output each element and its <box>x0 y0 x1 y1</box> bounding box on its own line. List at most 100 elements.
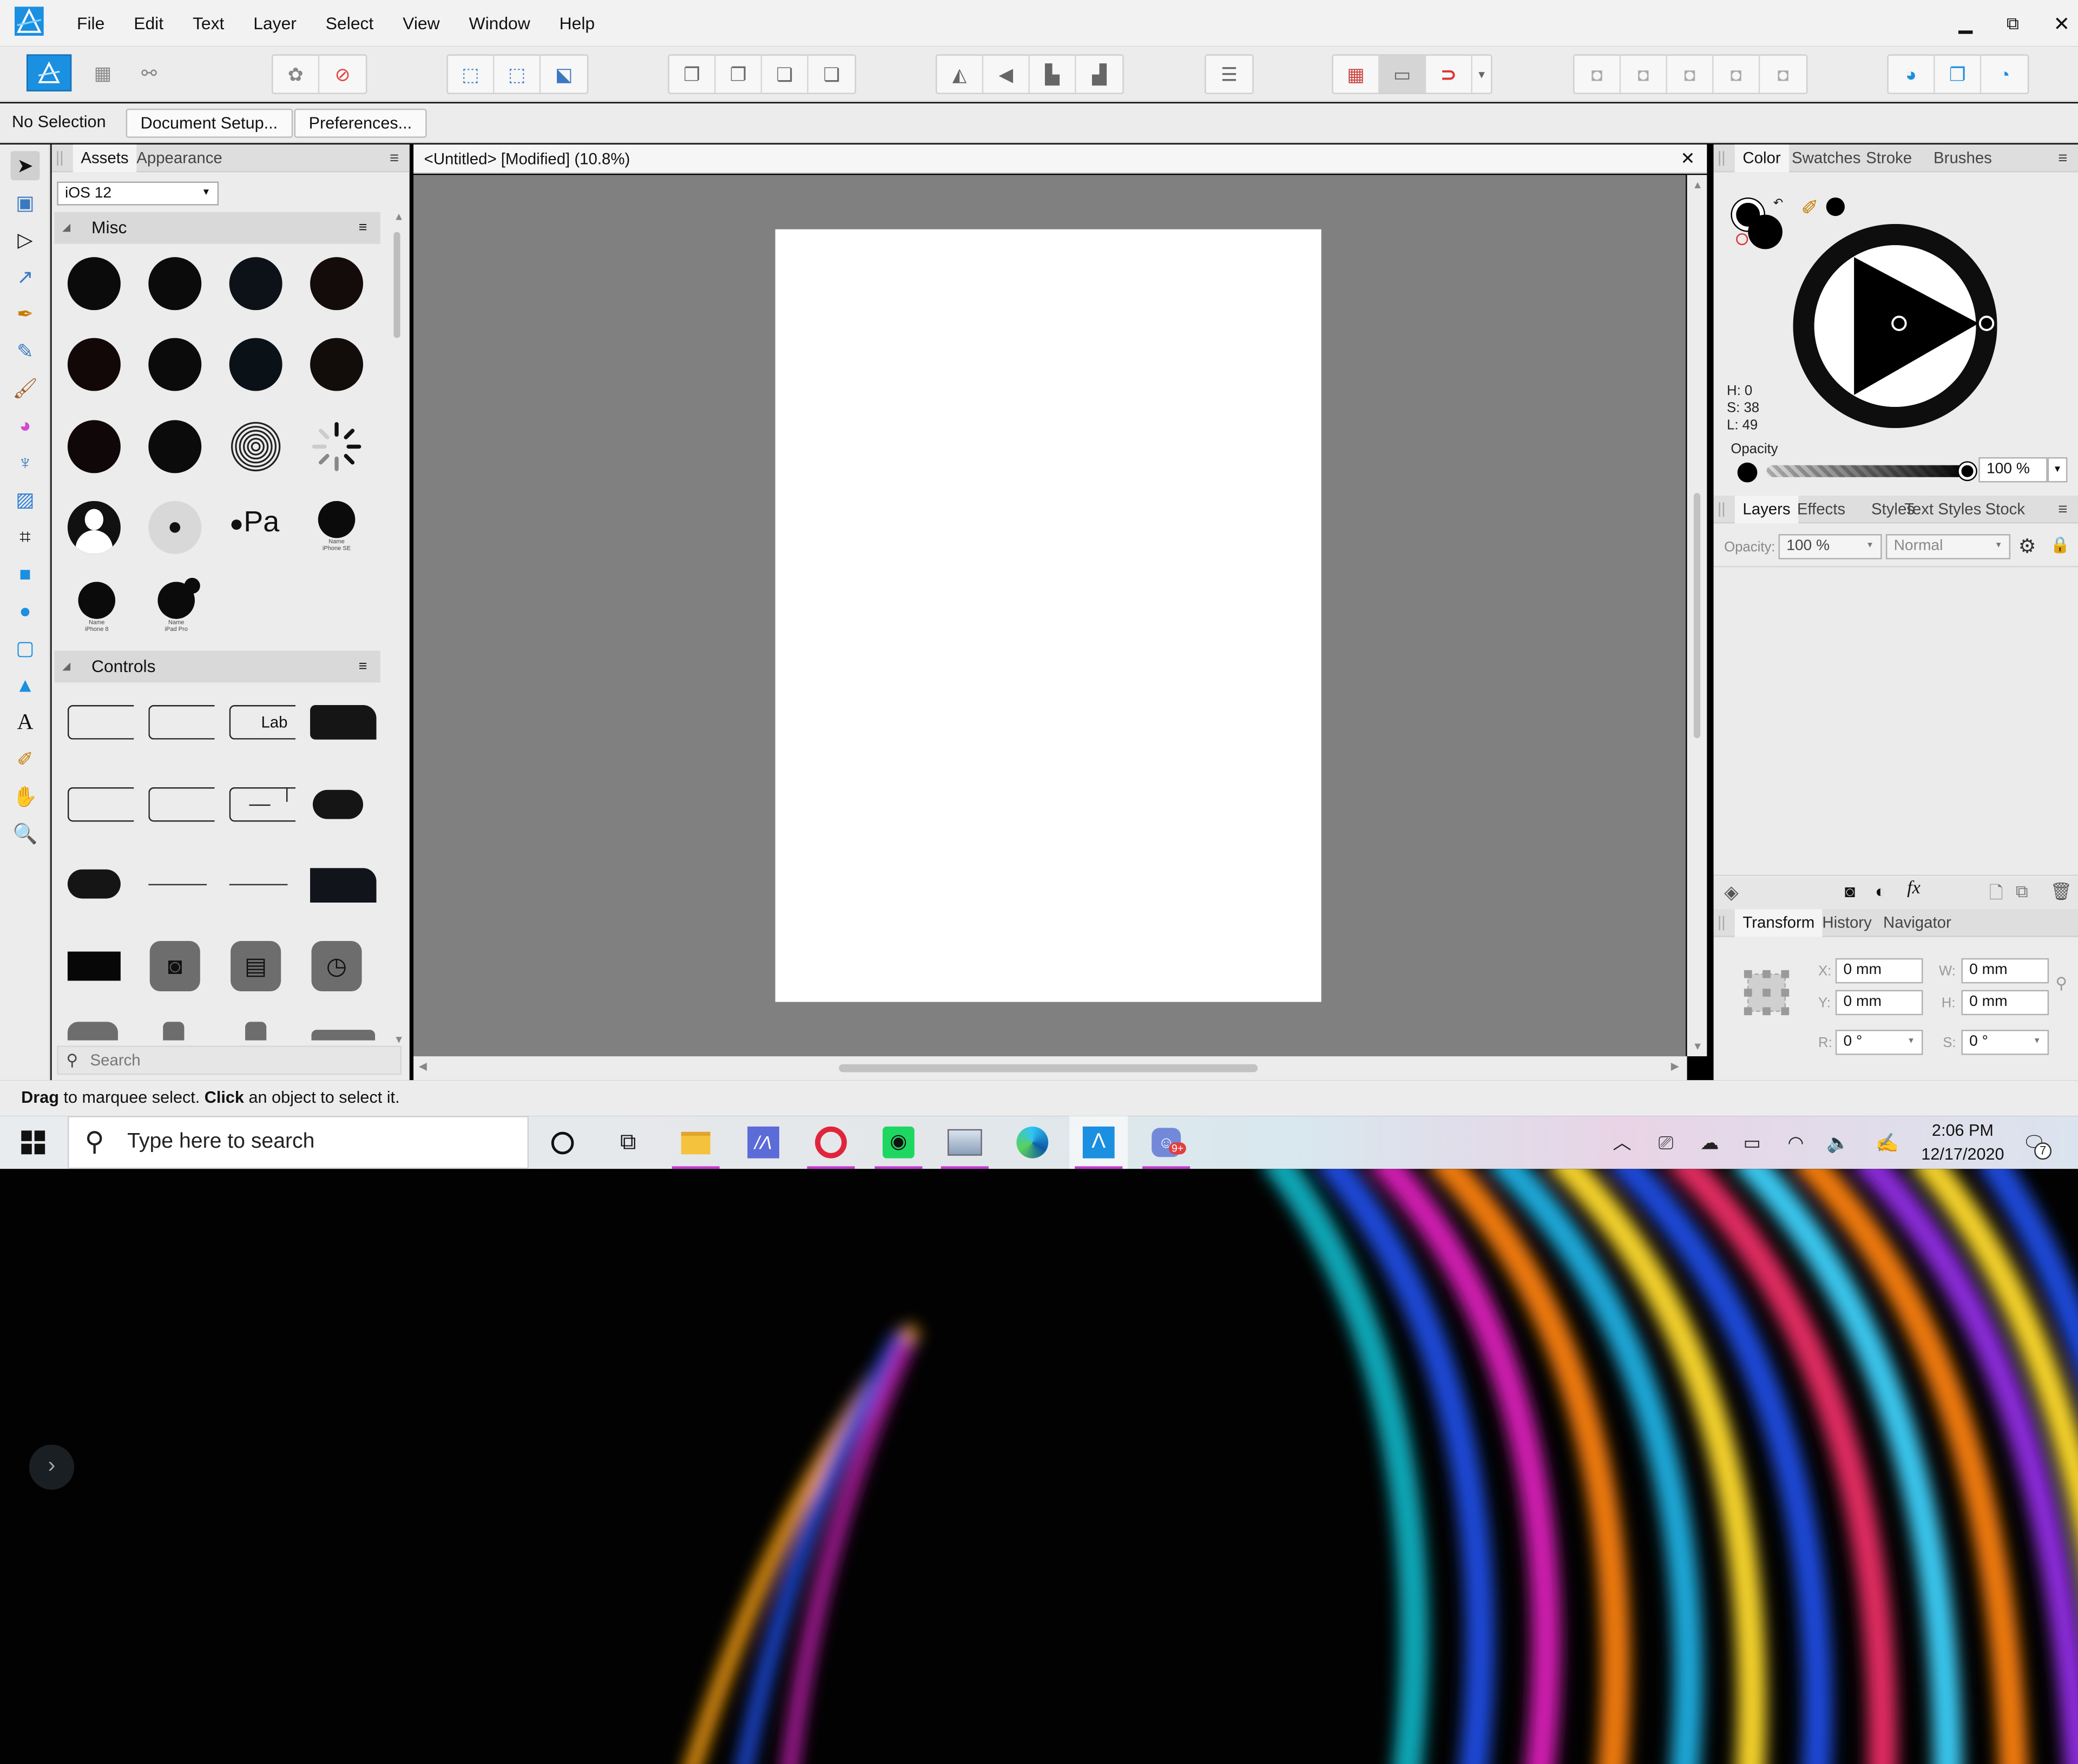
crop-tool[interactable]: ⌗ <box>11 522 40 551</box>
menu-select[interactable]: Select <box>311 0 388 47</box>
pixel-persona-button[interactable]: ▦ <box>80 54 126 91</box>
tab-brushes[interactable]: Brushes <box>1925 144 2000 172</box>
menu-view[interactable]: View <box>388 0 454 47</box>
gear-icon[interactable]: ⚙ <box>2018 534 2036 558</box>
designer-persona-button[interactable] <box>26 54 72 92</box>
lock-icon[interactable]: 🔒 <box>2050 536 2070 554</box>
calculator-app-icon[interactable]: ▤ <box>231 940 281 992</box>
taskbar-search-input[interactable]: ⚲ Type here to search <box>67 1116 529 1169</box>
move-to-front-button[interactable]: ❏ <box>808 56 855 93</box>
new-layer-icon[interactable]: 🗋 <box>1989 881 2003 911</box>
asset-circle-airplay[interactable] <box>229 338 282 391</box>
preferences-button[interactable]: Preferences... <box>294 108 427 138</box>
tab-swatches[interactable]: Swatches <box>1784 144 1869 172</box>
opera-button[interactable] <box>802 1116 860 1169</box>
intersect-boolean-button[interactable]: ◘ <box>1667 55 1714 93</box>
minimize-icon[interactable]: ▁ <box>1959 12 1972 34</box>
asset-circle-volume[interactable] <box>148 338 202 391</box>
tab-text-styles[interactable]: Text Styles <box>1896 496 1989 523</box>
move-to-back-button[interactable]: ❐ <box>669 55 716 93</box>
panel-menu-icon[interactable]: ≡ <box>2058 148 2067 167</box>
menu-text[interactable]: Text <box>178 0 239 47</box>
asset-library-select[interactable]: iOS 12 ▼ <box>57 181 219 206</box>
asset-circle-message[interactable] <box>310 338 364 391</box>
tab-navigator[interactable]: Navigator <box>1875 909 1959 937</box>
device-iphone-8[interactable]: Name iPhone 8 <box>73 582 121 637</box>
radio-button-icon[interactable] <box>148 501 202 554</box>
asset-circle-card[interactable] <box>148 420 202 473</box>
onedrive-icon[interactable]: ☁ <box>1689 1116 1729 1169</box>
rectangle-tool[interactable]: ■ <box>11 560 40 589</box>
file-explorer-button[interactable] <box>667 1116 725 1169</box>
hsl-color-wheel[interactable] <box>1793 223 1997 429</box>
discord-button[interactable]: ☺ 9+ <box>1137 1116 1195 1169</box>
task-view-button[interactable]: ⧉ <box>599 1116 657 1169</box>
asset-control-stepper[interactable] <box>229 787 296 822</box>
close-icon[interactable]: ✕ <box>2054 11 2070 35</box>
apple-pay-icon[interactable]: ●Pa <box>229 505 295 544</box>
tab-effects[interactable]: Effects <box>1789 496 1853 523</box>
layers-opacity-input[interactable]: 100 % ▼ <box>1778 534 1882 560</box>
section-header-misc[interactable]: ◢ Misc ≡ <box>54 212 380 244</box>
menu-window[interactable]: Window <box>455 0 545 47</box>
device-ipad-pro[interactable]: Name iPad Pro <box>153 577 200 637</box>
adjustment-icon[interactable]: ◐ <box>1875 881 1885 901</box>
affinity-photo-button[interactable]: /Λ <box>734 1116 793 1169</box>
asset-circle-list[interactable] <box>67 257 121 311</box>
asset-control-pill[interactable] <box>67 869 121 899</box>
add-boolean-button[interactable]: ◘ <box>1574 55 1621 93</box>
move-forward-one-button[interactable]: ❏ <box>762 55 808 93</box>
section-menu-icon[interactable]: ≡ <box>359 212 367 244</box>
spinner-icon[interactable] <box>310 420 363 473</box>
rotate-right-button[interactable]: ▟ <box>1076 56 1123 93</box>
close-document-icon[interactable]: ✕ <box>1681 144 1695 174</box>
flip-horizontal-button[interactable]: ◭ <box>937 55 984 93</box>
device-iphone-se[interactable]: Name iPhone SE <box>313 501 360 557</box>
battery-icon[interactable]: ▭ <box>1732 1116 1772 1169</box>
asset-partial-1[interactable] <box>67 1022 118 1041</box>
panel-grip[interactable] <box>57 151 63 166</box>
anchor-selector[interactable] <box>1742 969 1790 1016</box>
asset-partial-4[interactable] <box>311 1030 376 1041</box>
restore-icon[interactable]: ⧉ <box>2007 12 2019 34</box>
tab-color[interactable]: Color <box>1734 144 1789 173</box>
ellipse-tool[interactable]: ● <box>11 596 40 626</box>
artboard-tool[interactable]: ▣ <box>11 188 40 218</box>
document-tab[interactable]: <Untitled> [Modified] (10.8%) ✕ <box>413 144 1707 174</box>
avatar[interactable] <box>67 501 121 554</box>
asset-circle-mute[interactable] <box>67 338 121 391</box>
asset-partial-3[interactable] <box>245 1022 267 1041</box>
assistant-button[interactable]: ✿ <box>273 55 320 93</box>
panel-grip[interactable] <box>1719 502 1725 517</box>
trash-icon[interactable]: 🗑 <box>2050 881 2072 903</box>
fill-stroke-wells[interactable]: ↶ <box>1732 196 1785 252</box>
pencil-tool[interactable]: ✎ <box>11 337 40 366</box>
transparency-tool[interactable]: ♆ <box>11 448 40 477</box>
artboard-page[interactable] <box>775 229 1321 1002</box>
snapping-dropdown-button[interactable]: ▼ <box>1472 56 1491 93</box>
panel-menu-icon[interactable]: ≡ <box>390 148 399 167</box>
link-proportions-icon[interactable]: ⚲ <box>2055 974 2067 992</box>
pen-tool[interactable]: ✒ <box>11 300 40 329</box>
tab-stroke[interactable]: Stroke <box>1858 144 1919 172</box>
camera-app-icon[interactable]: ◙ <box>149 940 200 992</box>
flip-vertical-button[interactable]: ◀ <box>983 55 1030 93</box>
edge-button[interactable] <box>1003 1116 1062 1169</box>
opacity-dropdown-button[interactable]: ▼ <box>2047 457 2068 483</box>
cortana-button[interactable] <box>532 1116 591 1169</box>
blend-mode-select[interactable]: Normal ▼ <box>1885 534 2011 560</box>
tab-assets[interactable]: Assets <box>73 144 137 173</box>
asset-control-navbar[interactable] <box>310 868 377 903</box>
divide-boolean-button[interactable]: ◘ <box>1760 56 1806 93</box>
asset-control-toggle[interactable] <box>312 789 364 819</box>
snapping-magnet-button[interactable]: ⊃ <box>1426 55 1472 93</box>
asset-control-black-rect[interactable] <box>67 951 121 981</box>
asset-control-label[interactable]: Lab <box>229 705 296 740</box>
asset-control-textfield-2[interactable] <box>148 705 215 740</box>
node-tool[interactable]: ▷ <box>11 225 40 254</box>
asset-partial-2[interactable] <box>163 1022 185 1041</box>
snap-button[interactable]: ▭ <box>1379 55 1426 93</box>
document-setup-button[interactable]: Document Setup... <box>126 108 293 138</box>
opacity-input[interactable]: 100 % <box>1978 457 2048 483</box>
clock[interactable]: 2:06 PM 12/17/2020 <box>1911 1118 2014 1166</box>
